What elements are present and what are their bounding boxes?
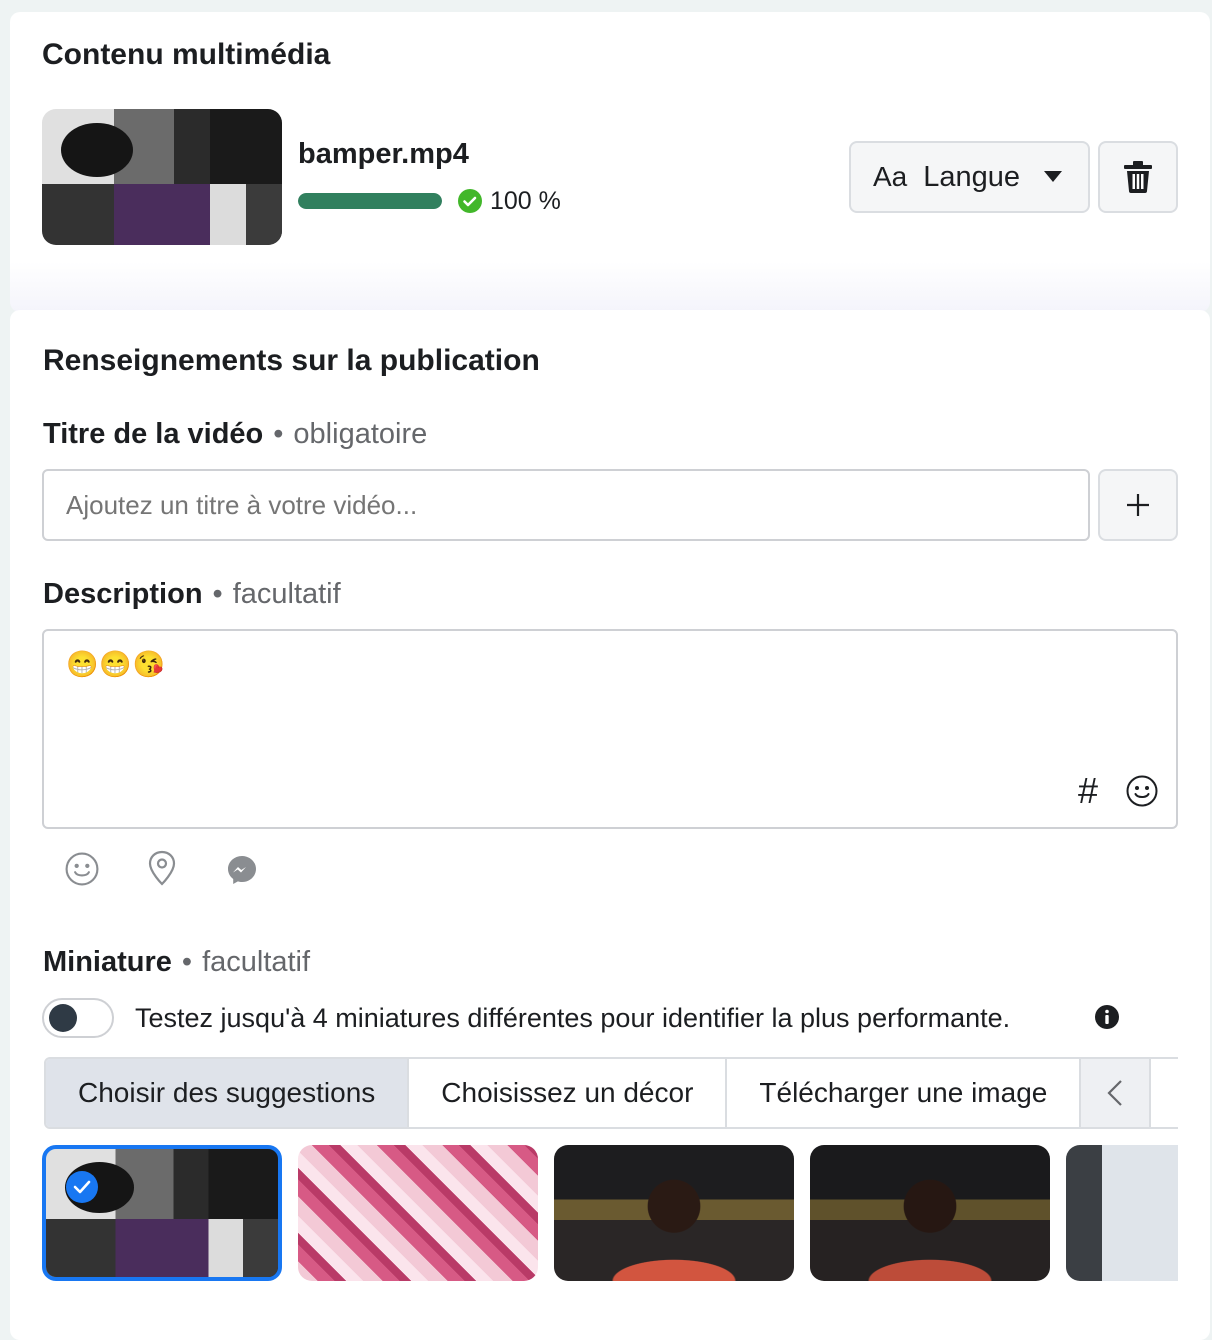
media-card: Contenu multimédia bamper.mp4 100 % Aa L… — [10, 12, 1210, 312]
thumbnail-test-text: Testez jusqu'à 4 miniatures différentes … — [135, 1003, 1011, 1033]
thumbnail-test-toggle[interactable] — [42, 998, 114, 1038]
file-name: bamper.mp4 — [298, 138, 469, 170]
publication-card: Renseignements sur la publication Titre … — [10, 310, 1210, 1340]
plus-icon — [1126, 493, 1150, 517]
tab-upload-image[interactable]: Télécharger une image — [727, 1059, 1082, 1127]
tab-decor[interactable]: Choisissez un décor — [409, 1059, 728, 1127]
video-thumbnail — [42, 109, 282, 245]
thumbnail-label-row: Miniature • facultatif — [43, 946, 310, 979]
description-text: 😁😁😘 — [66, 649, 167, 679]
emoji-icon[interactable] — [1126, 775, 1158, 807]
title-label-row: Titre de la vidéo • obligatoire — [43, 418, 427, 451]
check-icon — [66, 1171, 98, 1203]
messenger-icon[interactable] — [226, 854, 258, 886]
language-label: Langue — [923, 160, 1021, 193]
title-label: Titre de la vidéo — [43, 418, 264, 450]
thumbnail-option[interactable] — [1066, 1145, 1178, 1281]
hashtag-icon[interactable]: # — [1078, 773, 1098, 809]
upload-progress-bar — [298, 193, 442, 209]
language-button[interactable]: Aa Langue — [849, 141, 1090, 213]
tab-upload-image-label: Télécharger une image — [759, 1077, 1048, 1108]
thumbnail-optional: facultatif — [202, 946, 311, 978]
description-optional: facultatif — [232, 578, 341, 610]
tab-suggestions-label: Choisir des suggestions — [78, 1077, 376, 1108]
description-label-row: Description • facultatif — [43, 578, 341, 611]
toggle-knob — [49, 1004, 77, 1032]
thumbnail-option[interactable] — [810, 1145, 1050, 1281]
check-circle-icon — [458, 189, 482, 213]
thumbnail-label: Miniature — [43, 946, 172, 978]
info-icon[interactable] — [1095, 1005, 1119, 1029]
delete-button[interactable] — [1098, 141, 1178, 213]
media-heading: Contenu multimédia — [42, 38, 331, 71]
tab-suggestions[interactable]: Choisir des suggestions — [46, 1059, 410, 1127]
tab-decor-label: Choisissez un décor — [441, 1077, 694, 1108]
title-separator: • — [273, 418, 284, 450]
thumbnail-tabs: Choisir des suggestions Choisissez un dé… — [44, 1057, 1178, 1129]
thumbnail-separator: • — [181, 946, 193, 978]
title-input[interactable] — [42, 469, 1090, 541]
thumbnail-tabs-container: Choisir des suggestions Choisissez un dé… — [44, 1057, 1178, 1129]
caret-down-icon — [1044, 171, 1063, 183]
description-label: Description — [43, 578, 203, 610]
title-required: obligatoire — [293, 418, 428, 450]
thumbnail-option[interactable] — [42, 1145, 282, 1281]
thumbnail-option[interactable] — [554, 1145, 794, 1281]
thumbnail-strip — [42, 1145, 1178, 1281]
description-textarea[interactable]: 😁😁😘 # — [42, 629, 1178, 829]
thumbnail-option[interactable] — [298, 1145, 538, 1281]
upload-progress-fill — [298, 193, 442, 209]
feeling-icon[interactable] — [65, 852, 99, 886]
trash-icon — [1124, 161, 1152, 193]
location-pin-icon[interactable] — [147, 850, 177, 886]
tabs-scroll-left-button[interactable] — [1081, 1059, 1152, 1127]
description-separator: • — [212, 578, 223, 610]
language-icon: Aa — [873, 161, 908, 192]
publication-heading: Renseignements sur la publication — [43, 344, 540, 377]
progress-label: 100 % — [490, 187, 561, 215]
add-title-button[interactable] — [1098, 469, 1178, 541]
chevron-left-icon — [1107, 1079, 1123, 1107]
